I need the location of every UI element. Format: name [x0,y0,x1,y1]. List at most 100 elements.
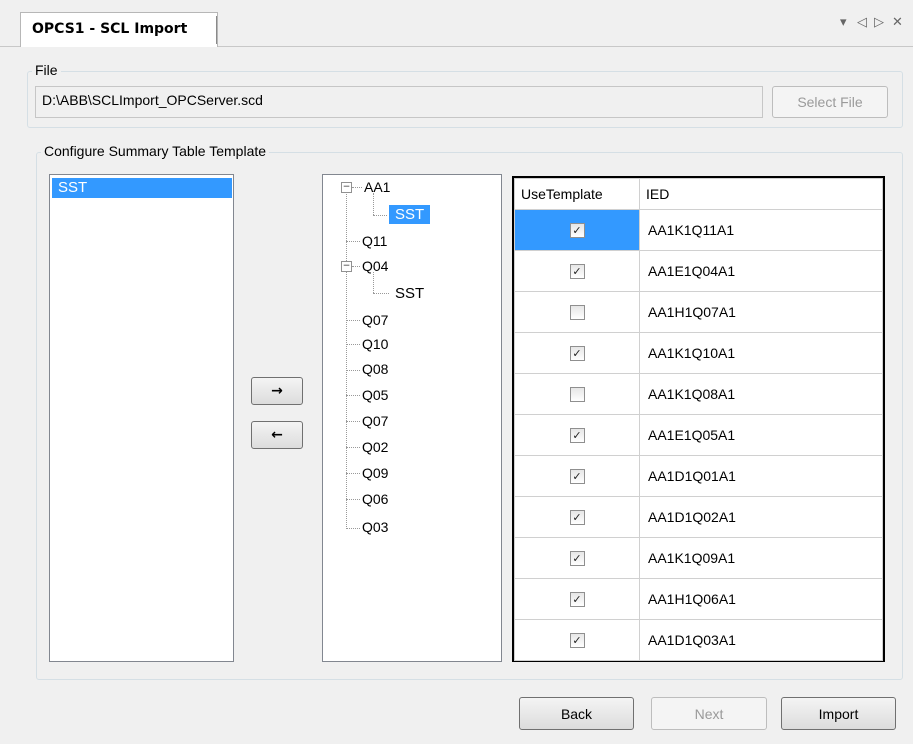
tree-node-q05[interactable]: Q05 [362,387,388,403]
tree-node-q11[interactable]: Q11 [362,233,387,249]
use-template-cell[interactable]: ✓ [514,619,640,661]
use-template-cell[interactable]: ✓ [514,332,640,374]
tree-node-aa1[interactable]: AA1 [364,179,390,195]
tree-node-q02[interactable]: Q02 [362,439,388,455]
use-template-cell[interactable]: ✓ [514,414,640,456]
ied-cell[interactable]: AA1K1Q08A1 [639,373,883,415]
ied-tree[interactable] [322,174,502,662]
use-template-cell[interactable]: ✓ [514,455,640,497]
tree-node-q04-sst[interactable]: SST [395,285,424,302]
ied-table: UseTemplate IED ✓ AA1K1Q11A1 ✓ AA1E1Q04A1 AA… [514,178,883,661]
tree-node-q06[interactable]: Q06 [362,491,388,507]
next-tab-icon[interactable]: ▷ [874,15,884,30]
use-template-cell[interactable]: ✓ [514,496,640,538]
ied-cell[interactable]: AA1E1Q04A1 [639,250,883,292]
tree-node-q09[interactable]: Q09 [362,465,388,481]
tree-branch-line [373,272,374,293]
table-row[interactable]: AA1K1Q08A1 [514,373,883,415]
next-button[interactable]: Next [651,697,767,730]
file-path-field: D:\ABB\SCLImport_OPCServer.scd [35,86,763,118]
use-template-cell[interactable]: ✓ [514,537,640,579]
ied-cell[interactable]: AA1D1Q02A1 [639,496,883,538]
configure-group-legend: Configure Summary Table Template [41,143,270,159]
ied-cell[interactable]: AA1E1Q05A1 [639,414,883,456]
tree-branch-line [346,395,360,396]
tree-branch-line [352,266,360,267]
tree-branch-line [352,187,362,188]
use-template-cell[interactable]: ✓ [514,250,640,292]
back-button[interactable]: Back [519,697,634,730]
table-row[interactable]: AA1H1Q07A1 [514,291,883,333]
use-template-checkbox[interactable]: ✓ [569,346,585,362]
tree-branch-line [346,421,360,422]
tree-node-q04[interactable]: Q04 [362,258,388,274]
use-template-checkbox[interactable]: ✓ [569,469,585,485]
tree-node-q07[interactable]: Q07 [362,413,388,429]
tab-title: OPCS1 - SCL Import [32,21,188,37]
table-row[interactable]: ✓ AA1E1Q04A1 [514,250,883,292]
use-template-cell[interactable] [514,291,640,333]
tree-branch-line [346,320,360,321]
import-button[interactable]: Import [781,697,896,730]
ied-cell[interactable]: AA1D1Q03A1 [639,619,883,661]
table-row[interactable]: ✓ AA1D1Q03A1 [514,619,883,661]
tree-branch-line [373,215,387,216]
column-header-use-template[interactable]: UseTemplate [514,178,640,210]
use-template-checkbox[interactable]: ✓ [569,264,585,280]
table-row[interactable]: ✓ AA1K1Q10A1 [514,332,883,374]
table-row[interactable]: ✓ AA1D1Q01A1 [514,455,883,497]
arrow-right-icon: → [271,383,283,399]
column-header-ied[interactable]: IED [639,178,883,210]
file-group-legend: File [32,62,61,78]
use-template-checkbox[interactable]: ✓ [569,428,585,444]
select-file-button[interactable]: Select File [772,86,888,118]
template-list-item[interactable]: SST [52,178,232,198]
tree-branch-line [346,370,360,371]
tree-node-q10[interactable]: Q10 [362,336,388,352]
use-template-cell[interactable] [514,373,640,415]
use-template-checkbox[interactable] [569,305,585,321]
tree-branch-line [346,241,360,242]
grid-header-row: UseTemplate IED [514,178,883,210]
tree-branch-line [346,473,360,474]
ied-cell[interactable]: AA1D1Q01A1 [639,455,883,497]
table-row[interactable]: ✓ AA1D1Q02A1 [514,496,883,538]
ied-cell[interactable]: AA1K1Q11A1 [639,209,883,251]
tree-node-q03[interactable]: Q03 [362,519,388,535]
tree-node-q07[interactable]: Q07 [362,312,388,328]
prev-tab-icon[interactable]: ◁ [857,15,867,30]
table-row[interactable]: ✓ AA1K1Q11A1 [514,209,883,251]
use-template-checkbox[interactable]: ✓ [569,592,585,608]
use-template-checkbox[interactable] [569,387,585,403]
move-left-button[interactable]: ← [251,421,303,449]
ied-cell[interactable]: AA1H1Q06A1 [639,578,883,620]
ied-cell[interactable]: AA1H1Q07A1 [639,291,883,333]
collapse-icon[interactable]: − [341,182,352,193]
ied-cell[interactable]: AA1K1Q10A1 [639,332,883,374]
use-template-checkbox[interactable]: ✓ [569,223,585,239]
table-row[interactable]: ✓ AA1E1Q05A1 [514,414,883,456]
move-right-button[interactable]: → [251,377,303,405]
tree-node-q08[interactable]: Q08 [362,361,388,377]
template-list[interactable] [49,174,234,662]
use-template-checkbox[interactable]: ✓ [569,633,585,649]
ied-cell[interactable]: AA1K1Q09A1 [639,537,883,579]
tab-divider [216,16,217,44]
tree-branch-line [373,193,374,215]
use-template-cell[interactable]: ✓ [514,209,640,251]
close-icon[interactable]: ✕ [892,15,903,30]
table-row[interactable]: ✓ AA1H1Q06A1 [514,578,883,620]
tree-branch-line [346,344,360,345]
ied-grid[interactable]: UseTemplate IED ✓ AA1K1Q11A1 ✓ AA1E1Q04A1 AA… [512,176,885,662]
tree-branch-line [373,293,389,294]
arrow-left-icon: ← [271,427,283,443]
use-template-cell[interactable]: ✓ [514,578,640,620]
tree-node-aa1-sst[interactable]: SST [389,205,431,224]
use-template-checkbox[interactable]: ✓ [569,510,585,526]
tree-branch-line [346,528,360,529]
tree-trunk-line [346,192,347,529]
table-row[interactable]: ✓ AA1K1Q09A1 [514,537,883,579]
use-template-checkbox[interactable]: ✓ [569,551,585,567]
dropdown-icon[interactable]: ▾ [840,15,847,30]
collapse-icon[interactable]: − [341,261,352,272]
